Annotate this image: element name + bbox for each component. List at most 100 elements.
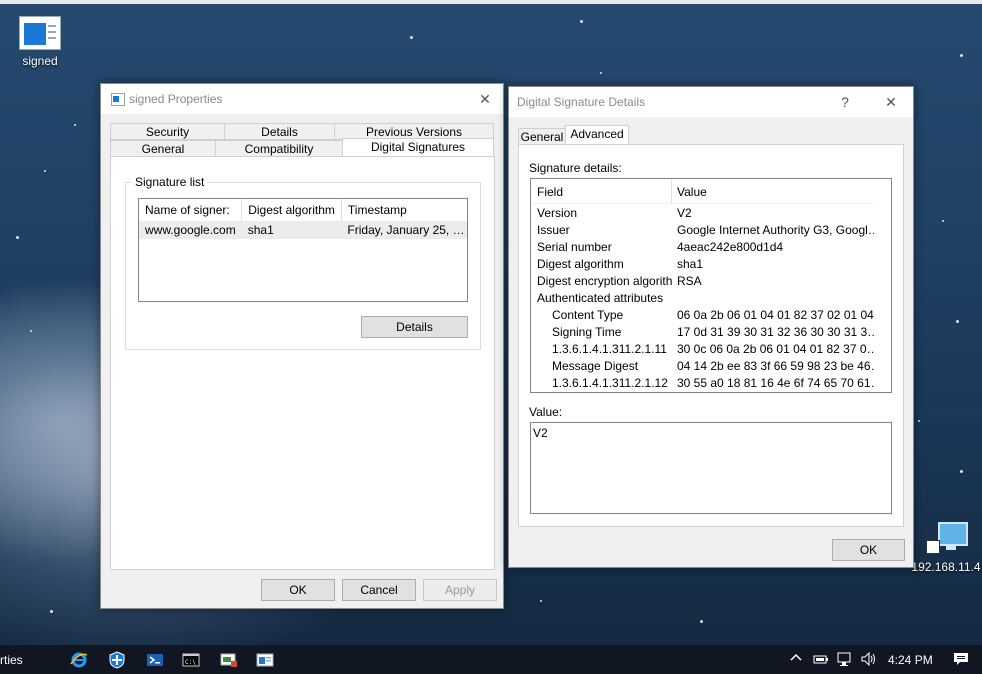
details-row[interactable]: Serial number 4aeac242e800d1d4 (531, 239, 871, 256)
signature-details-list[interactable]: Field Value Version V2 Issuer Google Intern… (530, 178, 892, 393)
ok-button[interactable]: OK (261, 579, 335, 601)
details-row[interactable]: 1.3.6.1.4.1.311.2.1.11 30 0c 06 0a 2b 06 … (531, 341, 885, 358)
signature-list-group: Signature list Name of signer: Digest al… (125, 175, 481, 350)
details-row-field: Issuer (537, 223, 570, 237)
chevron-up-icon[interactable] (790, 652, 802, 667)
details-row-value: sha1 (677, 257, 704, 271)
powershell-icon[interactable] (146, 651, 164, 667)
details-button[interactable]: Details (361, 316, 468, 338)
network-icon[interactable] (836, 651, 854, 667)
column-divider (671, 179, 672, 203)
tab-digital-signatures[interactable]: Digital Signatures (342, 138, 494, 157)
server-manager-icon[interactable] (220, 651, 238, 667)
properties-titlebar: signed Properties ✕ (101, 84, 503, 114)
properties-title: signed Properties (129, 92, 223, 106)
details-row-field: 1.3.6.1.4.1.311.2.1.11 (552, 342, 667, 356)
details-row[interactable]: Digest algorithm sha1 (531, 256, 871, 273)
details-row-field: Message Digest (552, 359, 639, 373)
cancel-button[interactable]: Cancel (342, 579, 416, 601)
properties-tab-panel: Signature list Name of signer: Digest al… (110, 156, 495, 570)
tab-general[interactable]: General (110, 140, 216, 157)
clock[interactable]: 4:24 PM (888, 653, 933, 667)
properties-window: signed Properties ✕ Security Details Pre… (100, 83, 504, 609)
signature-listview[interactable]: Name of signer: Digest algorithm Timesta… (138, 198, 468, 302)
details-row[interactable]: Digest encryption algorithm RSA (531, 273, 871, 290)
value-label: Value: (529, 405, 563, 419)
properties-window-icon (111, 93, 125, 106)
taskbar: rties C:\ 4:24 PM (0, 645, 982, 674)
signature-table-header: Name of signer: Digest algorithm Timesta… (139, 199, 467, 221)
details-row-field: Serial number (537, 240, 612, 254)
details-row[interactable]: Authenticated attributes (531, 290, 871, 307)
details-tab-panel: Signature details: Field Value Version V2… (518, 144, 904, 527)
column-header-field[interactable]: Field (537, 185, 563, 199)
cell-digest: sha1 (241, 221, 342, 239)
security-icon[interactable] (108, 651, 126, 669)
details-row-value: Google Internet Authority G3, Google Tr.… (677, 223, 885, 237)
details-row[interactable]: Message Digest 04 14 2b ee 83 3f 66 59 98… (531, 358, 885, 375)
column-header-timestamp[interactable]: Timestamp (341, 199, 467, 221)
desktop-icon-remote-label: 192.168.11.4 (911, 560, 981, 574)
details-row-value: 04 14 2b ee 83 3f 66 59 98 23 be 46 fc .… (677, 359, 885, 373)
desktop-icon-signed-label: signed (22, 54, 58, 68)
window-icon[interactable] (256, 651, 274, 667)
svg-text:C:\: C:\ (185, 659, 196, 666)
details-scrollbar[interactable] (874, 179, 891, 392)
details-row-value: 30 0c 06 0a 2b 06 01 04 01 82 37 02 01 1… (677, 342, 885, 356)
details-row[interactable]: Content Type 06 0a 2b 06 01 04 01 82 37 0… (531, 307, 874, 324)
details-row[interactable]: Version V2 (531, 205, 871, 222)
apply-button[interactable]: Apply (423, 579, 497, 601)
ie-icon[interactable] (70, 651, 88, 668)
volume-icon[interactable] (860, 651, 878, 667)
tab-advanced[interactable]: Advanced (565, 125, 629, 144)
details-row-field: Authenticated attributes (537, 291, 664, 305)
details-row-value: 4aeac242e800d1d4 (677, 240, 784, 254)
value-textbox[interactable]: V2 (530, 422, 892, 514)
close-icon[interactable]: ✕ (877, 91, 905, 113)
details-titlebar: Digital Signature Details ? ✕ (509, 87, 913, 117)
signature-table: Name of signer: Digest algorithm Timesta… (139, 199, 467, 239)
column-header-digest[interactable]: Digest algorithm (241, 199, 342, 221)
details-row-field: Digest encryption algorithm (537, 274, 673, 288)
signature-list-label: Signature list (132, 175, 208, 189)
details-row[interactable]: Signing Time 17 0d 31 39 30 31 32 36 30 3… (531, 324, 885, 341)
details-row-field: Digest algorithm (537, 257, 624, 271)
tab-compatibility[interactable]: Compatibility (215, 140, 343, 157)
desktop-icon-remote[interactable]: 192.168.11.4 (906, 522, 982, 574)
tab-general[interactable]: General (518, 128, 566, 145)
details-row[interactable]: 1.3.6.1.4.1.311.2.1.12 30 55 a0 18 81 16 … (531, 375, 885, 392)
signature-details-label: Signature details: (529, 161, 622, 175)
details-row-value: 17 0d 31 39 30 31 32 36 30 30 31 38 30..… (677, 325, 885, 339)
notification-icon[interactable] (952, 651, 970, 667)
close-icon[interactable]: ✕ (471, 88, 499, 110)
details-row[interactable]: Issuer Google Internet Authority G3, Goog… (531, 222, 885, 239)
desktop-icon-signed[interactable]: signed (0, 16, 80, 68)
battery-icon[interactable] (812, 651, 830, 667)
details-row-field: Content Type (552, 308, 624, 322)
ok-button[interactable]: OK (832, 539, 905, 561)
top-strip (0, 0, 982, 4)
taskbar-window-label[interactable]: rties (0, 653, 23, 667)
details-row-field: 1.3.6.1.4.1.311.2.1.12 (552, 376, 668, 390)
tab-security[interactable]: Security (110, 123, 225, 140)
details-title: Digital Signature Details (517, 95, 646, 109)
help-icon[interactable]: ? (831, 91, 859, 113)
details-row-value: RSA (677, 274, 702, 288)
computer-icon (926, 522, 968, 556)
signature-details-window: Digital Signature Details ? ✕ General Ad… (508, 86, 914, 568)
details-row-field: Version (537, 206, 578, 220)
details-row-value: 06 0a 2b 06 01 04 01 82 37 02 01 04 (677, 308, 874, 322)
cell-timestamp: Friday, January 25, 20... (341, 221, 467, 239)
cell-signer: www.google.com (139, 221, 242, 239)
table-row[interactable]: www.google.com sha1 Friday, January 25, … (139, 221, 467, 239)
cmd-icon[interactable]: C:\ (182, 651, 200, 667)
details-list-header: Field Value (531, 179, 873, 204)
value-text: V2 (533, 426, 548, 440)
column-header-value[interactable]: Value (677, 185, 707, 199)
column-header-signer[interactable]: Name of signer: (139, 199, 243, 221)
details-row-value: V2 (677, 206, 692, 220)
file-window-icon (19, 16, 61, 50)
details-row-value: 30 55 a0 18 81 16 4e 6f 74 65 70 61 64 .… (677, 376, 885, 390)
tab-details[interactable]: Details (224, 123, 335, 140)
details-row-field: Signing Time (552, 325, 622, 339)
